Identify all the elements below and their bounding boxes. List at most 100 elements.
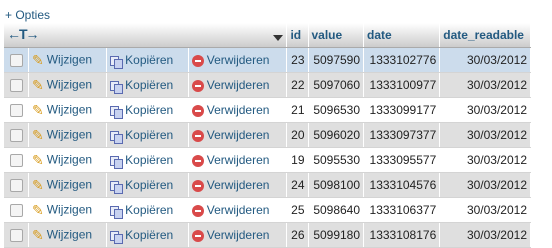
edit-action[interactable]: ✎ Wijzigen — [28, 72, 108, 98]
pencil-icon[interactable]: ✎ — [32, 52, 44, 69]
row-checkbox-cell[interactable] — [4, 172, 29, 198]
row-checkbox[interactable] — [9, 179, 23, 193]
edit-link[interactable]: Wijzigen — [47, 202, 92, 216]
delete-icon[interactable] — [191, 204, 204, 217]
copy-action[interactable]: Kopiëren — [106, 172, 189, 198]
delete-link[interactable]: Verwijderen — [207, 203, 270, 217]
edit-action[interactable]: ✎ Wijzigen — [28, 147, 108, 173]
delete-action[interactable]: Verwijderen — [188, 47, 288, 73]
pencil-icon[interactable]: ✎ — [32, 77, 44, 94]
edit-action[interactable]: ✎ Wijzigen — [28, 172, 108, 198]
delete-icon[interactable] — [191, 229, 204, 242]
edit-action[interactable]: ✎ Wijzigen — [28, 47, 108, 73]
table-row[interactable]: ✎ Wijzigen Kopiëren Verwijderen 23 5097590 133… — [4, 47, 531, 73]
table-row[interactable]: ✎ Wijzigen Kopiëren Verwijderen 19 5095530 133… — [4, 147, 531, 173]
edit-link[interactable]: Wijzigen — [47, 127, 92, 141]
delete-link[interactable]: Verwijderen — [207, 228, 270, 242]
copy-action[interactable]: Kopiëren — [106, 72, 189, 98]
delete-icon[interactable] — [191, 79, 204, 92]
edit-link[interactable]: Wijzigen — [47, 102, 92, 116]
table-row[interactable]: ✎ Wijzigen Kopiëren Verwijderen 22 5097060 133… — [4, 72, 531, 98]
row-checkbox-cell[interactable] — [4, 147, 29, 173]
copy-icon[interactable] — [110, 230, 124, 244]
pencil-icon[interactable]: ✎ — [32, 152, 44, 169]
column-arrows-header[interactable]: ←T→ — [4, 23, 288, 48]
delete-action[interactable]: Verwijderen — [188, 122, 288, 148]
options-link[interactable]: + Opties — [5, 8, 50, 22]
copy-action[interactable]: Kopiëren — [106, 222, 189, 248]
copy-link[interactable]: Kopiëren — [125, 228, 173, 242]
copy-icon[interactable] — [110, 55, 124, 69]
pencil-icon[interactable]: ✎ — [32, 177, 44, 194]
pencil-icon[interactable]: ✎ — [32, 127, 44, 144]
copy-icon[interactable] — [110, 80, 124, 94]
delete-icon[interactable] — [191, 104, 204, 117]
row-checkbox[interactable] — [9, 229, 23, 243]
delete-action[interactable]: Verwijderen — [188, 147, 288, 173]
copy-action[interactable]: Kopiëren — [106, 97, 189, 123]
row-checkbox-cell[interactable] — [4, 222, 29, 248]
delete-icon[interactable] — [191, 54, 204, 67]
delete-action[interactable]: Verwijderen — [188, 172, 288, 198]
row-checkbox-cell[interactable] — [4, 72, 29, 98]
edit-link[interactable]: Wijzigen — [47, 177, 92, 191]
copy-icon[interactable] — [110, 205, 124, 219]
column-header-date-readable[interactable]: date_readable — [439, 23, 531, 48]
copy-action[interactable]: Kopiëren — [106, 122, 189, 148]
pencil-icon[interactable]: ✎ — [32, 102, 44, 119]
edit-link[interactable]: Wijzigen — [47, 52, 92, 66]
copy-icon[interactable] — [110, 155, 124, 169]
row-checkbox[interactable] — [9, 204, 23, 218]
row-checkbox-cell[interactable] — [4, 47, 29, 73]
edit-link[interactable]: Wijzigen — [47, 152, 92, 166]
copy-icon[interactable] — [110, 180, 124, 194]
copy-link[interactable]: Kopiëren — [125, 128, 173, 142]
delete-link[interactable]: Verwijderen — [207, 128, 270, 142]
column-header-value[interactable]: value — [308, 23, 365, 48]
delete-action[interactable]: Verwijderen — [188, 97, 288, 123]
column-arrows-icon[interactable]: ←T→ — [7, 26, 40, 42]
copy-icon[interactable] — [110, 105, 124, 119]
column-header-date[interactable]: date — [363, 23, 441, 48]
table-row[interactable]: ✎ Wijzigen Kopiëren Verwijderen 26 5099180 133… — [4, 222, 531, 248]
copy-link[interactable]: Kopiëren — [125, 53, 173, 67]
copy-action[interactable]: Kopiëren — [106, 147, 189, 173]
row-checkbox-cell[interactable] — [4, 122, 29, 148]
copy-icon[interactable] — [110, 130, 124, 144]
delete-icon[interactable] — [191, 129, 204, 142]
edit-link[interactable]: Wijzigen — [47, 77, 92, 91]
pencil-icon[interactable]: ✎ — [32, 202, 44, 219]
table-row[interactable]: ✎ Wijzigen Kopiëren Verwijderen 20 5096020 133… — [4, 122, 531, 148]
row-checkbox-cell[interactable] — [4, 197, 29, 223]
copy-link[interactable]: Kopiëren — [125, 78, 173, 92]
delete-icon[interactable] — [191, 179, 204, 192]
table-row[interactable]: ✎ Wijzigen Kopiëren Verwijderen 21 5096530 133… — [4, 97, 531, 123]
edit-action[interactable]: ✎ Wijzigen — [28, 197, 108, 223]
sort-dropdown-icon[interactable] — [273, 30, 284, 44]
table-row[interactable]: ✎ Wijzigen Kopiëren Verwijderen 24 5098100 133… — [4, 172, 531, 198]
copy-action[interactable]: Kopiëren — [106, 47, 189, 73]
table-row[interactable]: ✎ Wijzigen Kopiëren Verwijderen 25 5098640 133… — [4, 197, 531, 223]
delete-link[interactable]: Verwijderen — [207, 78, 270, 92]
delete-link[interactable]: Verwijderen — [207, 178, 270, 192]
delete-link[interactable]: Verwijderen — [207, 103, 270, 117]
delete-action[interactable]: Verwijderen — [188, 72, 288, 98]
edit-action[interactable]: ✎ Wijzigen — [28, 97, 108, 123]
row-checkbox[interactable] — [9, 129, 23, 143]
row-checkbox[interactable] — [9, 54, 23, 68]
delete-link[interactable]: Verwijderen — [207, 153, 270, 167]
copy-link[interactable]: Kopiëren — [125, 203, 173, 217]
delete-action[interactable]: Verwijderen — [188, 222, 288, 248]
edit-action[interactable]: ✎ Wijzigen — [28, 222, 108, 248]
delete-action[interactable]: Verwijderen — [188, 197, 288, 223]
row-checkbox[interactable] — [9, 154, 23, 168]
edit-link[interactable]: Wijzigen — [47, 227, 92, 241]
copy-action[interactable]: Kopiëren — [106, 197, 189, 223]
copy-link[interactable]: Kopiëren — [125, 153, 173, 167]
delete-link[interactable]: Verwijderen — [207, 53, 270, 67]
copy-link[interactable]: Kopiëren — [125, 178, 173, 192]
row-checkbox[interactable] — [9, 79, 23, 93]
copy-link[interactable]: Kopiëren — [125, 103, 173, 117]
pencil-icon[interactable]: ✎ — [32, 227, 44, 244]
row-checkbox[interactable] — [9, 104, 23, 118]
